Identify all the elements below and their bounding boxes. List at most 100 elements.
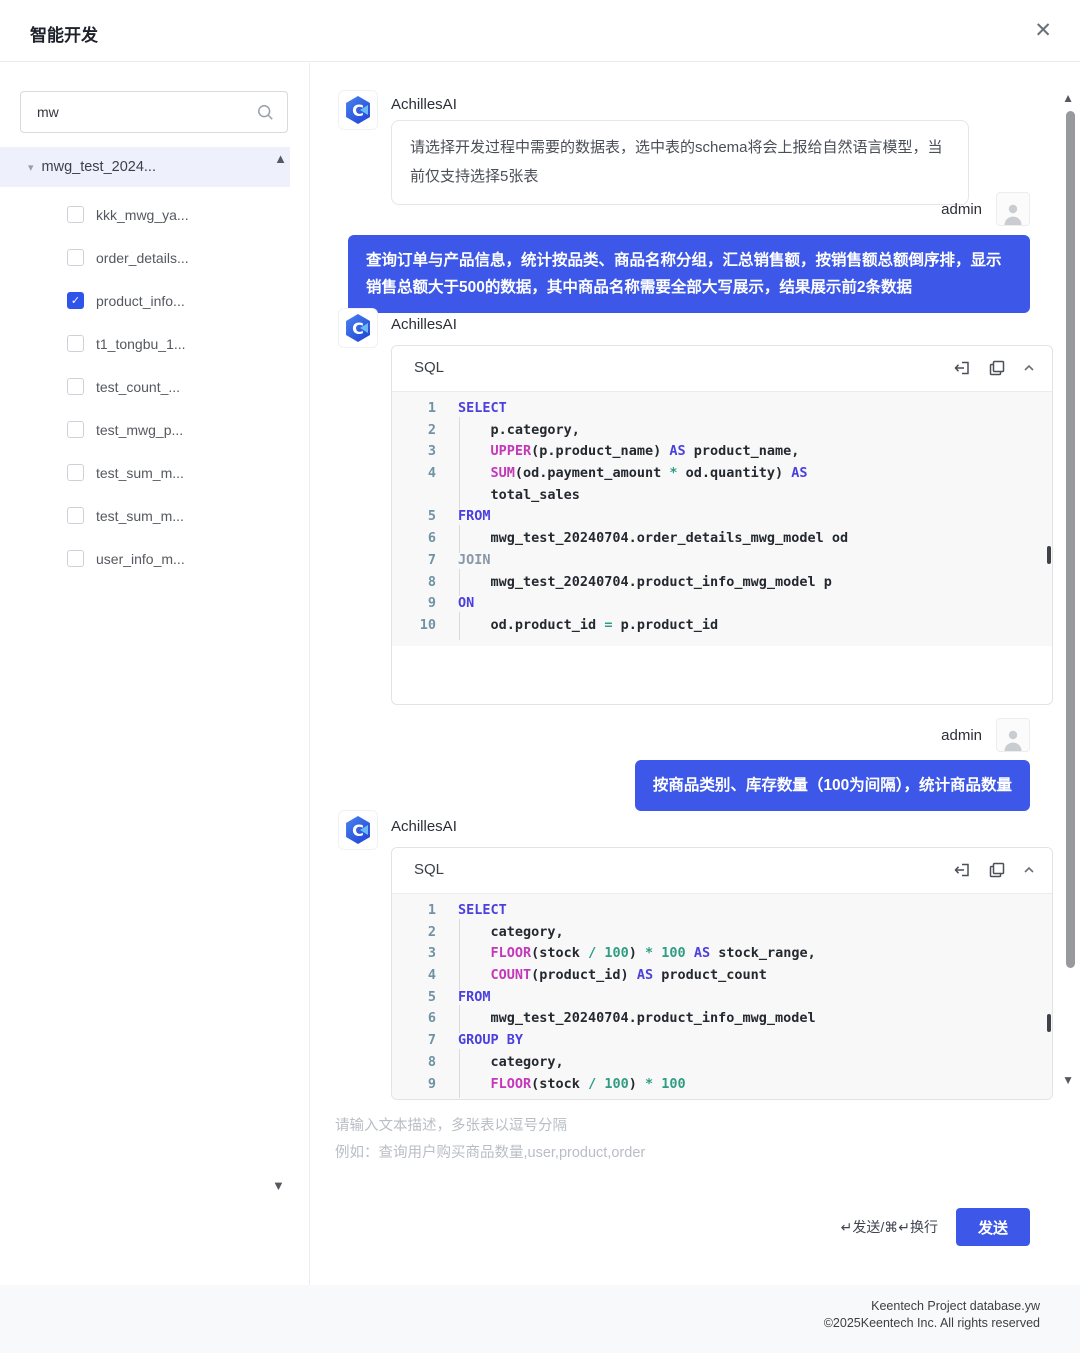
checkbox-unchecked[interactable]: [67, 507, 84, 524]
sidebar-item-table[interactable]: test_sum_m...: [0, 494, 290, 537]
page-footer: Keentech Project database.yw ©2025Keente…: [0, 1285, 1080, 1353]
code-editor[interactable]: 1SELECT2 p.category,3 UPPER(p.product_na…: [392, 392, 1052, 646]
line-number: 2: [392, 922, 436, 944]
scroll-down-icon[interactable]: ▼: [272, 1178, 285, 1193]
code-line: 6 mwg_test_20240704.product_info_mwg_mod…: [392, 1008, 1052, 1030]
collapse-icon[interactable]: [1022, 361, 1036, 375]
sql-label: SQL: [414, 359, 444, 376]
send-button[interactable]: 发送: [956, 1208, 1030, 1246]
code-line: 1SELECT: [392, 398, 1052, 420]
ai-name: AchillesAI: [391, 96, 457, 113]
line-number: 7: [392, 1030, 436, 1052]
sidebar-item-table[interactable]: user_info_m...: [0, 537, 290, 580]
code-scrollbar-thumb[interactable]: [1047, 1014, 1051, 1032]
footer-project: Keentech Project database.yw: [824, 1298, 1040, 1315]
code-line: 5FROM: [392, 987, 1052, 1009]
code-line: 9 FLOOR(stock / 100) * 100: [392, 1074, 1052, 1096]
code-line: 8 category,: [392, 1052, 1052, 1074]
user-message: 查询订单与产品信息，统计按品类、商品名称分组，汇总销售额，按销售额总额倒序排，显…: [348, 235, 1030, 313]
line-number: 2: [392, 420, 436, 442]
line-number: 7: [392, 550, 436, 572]
sql-card-header: SQL: [392, 346, 1052, 392]
line-number: 4: [392, 463, 436, 485]
line-number: 6: [392, 1008, 436, 1030]
code-line: 4 COUNT(product_id) AS product_count: [392, 965, 1052, 987]
code-line: 4 SUM(od.payment_amount * od.quantity) A…: [392, 463, 1052, 485]
scroll-up-icon[interactable]: ▲: [274, 151, 287, 166]
scroll-down-icon[interactable]: ▼: [1062, 1073, 1074, 1087]
table-name: test_sum_m...: [96, 508, 184, 524]
table-search: [20, 91, 288, 133]
code-scrollbar-thumb[interactable]: [1047, 546, 1051, 564]
line-number: 5: [392, 987, 436, 1009]
admin-row: admin: [941, 192, 1030, 226]
table-name: kkk_mwg_ya...: [96, 207, 189, 223]
checkbox-unchecked[interactable]: [67, 421, 84, 438]
achillesai-logo-icon: C: [345, 314, 371, 342]
sidebar-item-table[interactable]: test_count_...: [0, 365, 290, 408]
checkbox-unchecked[interactable]: [67, 335, 84, 352]
checkbox-checked[interactable]: ✓: [67, 292, 84, 309]
checkbox-unchecked[interactable]: [67, 464, 84, 481]
chat-panel: C AchillesAI 请选择开发过程中需要的数据表，选中表的schema将会…: [311, 63, 1080, 1285]
user-message: 按商品类别、库存数量（100为间隔），统计商品数量: [635, 760, 1030, 811]
table-name: product_info...: [96, 293, 185, 309]
sidebar-item-table[interactable]: kkk_mwg_ya...: [0, 193, 290, 236]
close-icon[interactable]: ✕: [1034, 18, 1052, 44]
admin-name: admin: [941, 727, 982, 744]
code-line: 7JOIN: [392, 550, 1052, 572]
scroll-up-icon[interactable]: ▲: [1062, 91, 1074, 105]
code-line: 6 mwg_test_20240704.order_details_mwg_mo…: [392, 528, 1052, 550]
sidebar-item-table[interactable]: t1_tongbu_1...: [0, 322, 290, 365]
chevron-down-icon[interactable]: ▾: [28, 161, 34, 174]
message-input[interactable]: [335, 1113, 1035, 1181]
code-line: 1SELECT: [392, 900, 1052, 922]
line-number: 8: [392, 1052, 436, 1074]
send-row: ↵发送/⌘↵换行 发送: [841, 1208, 1030, 1246]
dialog-header: 智能开发 ✕: [0, 0, 1080, 62]
checkbox-unchecked[interactable]: [67, 378, 84, 395]
admin-name: admin: [941, 201, 982, 218]
line-number: [392, 485, 436, 507]
table-name: test_sum_m...: [96, 465, 184, 481]
sidebar-item-table[interactable]: test_sum_m...: [0, 451, 290, 494]
table-name: test_mwg_p...: [96, 422, 183, 438]
ai-message: 请选择开发过程中需要的数据表，选中表的schema将会上报给自然语言模型，当前仅…: [391, 120, 969, 205]
checkbox-unchecked[interactable]: [67, 206, 84, 223]
copy-icon[interactable]: [988, 861, 1006, 879]
insert-to-editor-icon[interactable]: [954, 359, 972, 377]
search-input[interactable]: [37, 92, 247, 132]
line-number: 9: [392, 593, 436, 615]
copy-icon[interactable]: [988, 359, 1006, 377]
table-name: order_details...: [96, 250, 189, 266]
code-line: 7GROUP BY: [392, 1030, 1052, 1052]
achillesai-logo-icon: C: [345, 816, 371, 844]
checkbox-unchecked[interactable]: [67, 550, 84, 567]
sidebar-item-table[interactable]: test_mwg_p...: [0, 408, 290, 451]
table-name: user_info_m...: [96, 551, 185, 567]
code-line: total_sales: [392, 485, 1052, 507]
scrollbar-thumb[interactable]: [1066, 111, 1075, 968]
table-name: t1_tongbu_1...: [96, 336, 186, 352]
insert-to-editor-icon[interactable]: [954, 861, 972, 879]
code-editor[interactable]: 1SELECT2 category,3 FLOOR(stock / 100) *…: [392, 894, 1052, 1100]
achillesai-logo-icon: C: [345, 96, 371, 124]
table-name: test_count_...: [96, 379, 180, 395]
code-line: 5FROM: [392, 506, 1052, 528]
search-icon: [257, 104, 274, 126]
line-number: 1: [392, 398, 436, 420]
sql-card-header: SQL: [392, 848, 1052, 894]
sidebar-item-table[interactable]: ✓ product_info...: [0, 279, 290, 322]
sql-label: SQL: [414, 861, 444, 878]
sidebar-item-table[interactable]: order_details...: [0, 236, 290, 279]
line-number: 6: [392, 528, 436, 550]
checkbox-unchecked[interactable]: [67, 249, 84, 266]
page-title: 智能开发: [30, 21, 98, 46]
table-sidebar: ▾ mwg_test_2024... ▲ kkk_mwg_ya... order_…: [0, 63, 310, 1285]
collapse-icon[interactable]: [1022, 863, 1036, 877]
code-line: 9ON: [392, 593, 1052, 615]
line-number: 10: [392, 1095, 436, 1100]
sidebar-item-schema-root[interactable]: ▾ mwg_test_2024...: [0, 147, 290, 187]
ai-avatar: C: [338, 90, 378, 130]
sql-card: SQL 1SELECT2 category,3 FLOOR(stock / 10…: [391, 847, 1053, 1100]
